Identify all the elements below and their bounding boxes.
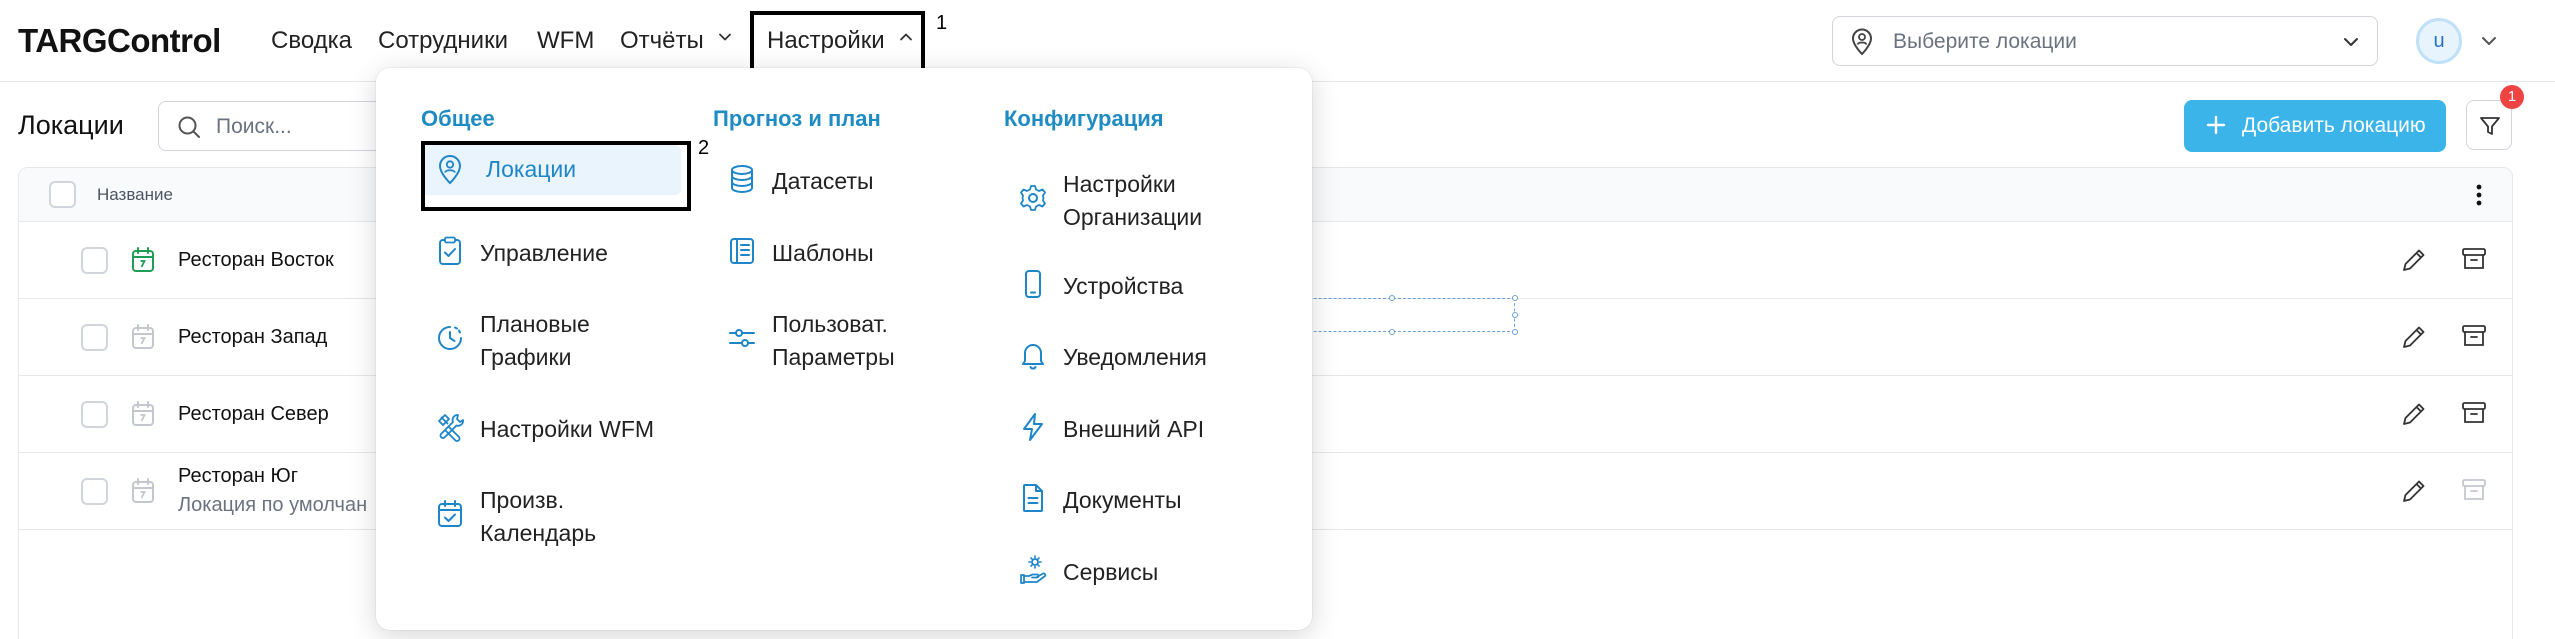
chevron-down-icon — [718, 30, 732, 44]
filter-count-badge: 1 — [2500, 85, 2524, 109]
map-pin-person-icon — [1849, 28, 1875, 56]
column-header-name[interactable]: Название — [97, 185, 173, 205]
menu-item-label: Внешний API — [1063, 416, 1205, 442]
nav-item-reports[interactable]: Отчёты — [620, 27, 732, 55]
plus-icon — [2204, 113, 2228, 137]
location-name[interactable]: Ресторан Юг — [178, 465, 298, 488]
menu-section-general: Общее — [421, 106, 495, 131]
location-name[interactable]: Ресторан Восток — [178, 249, 334, 272]
calendar-inactive-icon — [130, 400, 156, 428]
database-icon — [727, 163, 757, 195]
hand-gear-icon — [1018, 554, 1048, 586]
menu-item-label: Шаблоны — [772, 240, 874, 266]
tools-icon — [435, 411, 465, 443]
clock-history-icon — [435, 322, 465, 354]
menu-item-external-api[interactable]: Внешний API — [1018, 407, 1238, 447]
search-icon — [177, 115, 201, 139]
app-root: TARGControl Сводка Сотрудники WFM Отчёты… — [0, 0, 2555, 639]
clipboard-check-icon — [435, 235, 465, 267]
location-select[interactable]: Выберите локации — [1832, 16, 2378, 66]
menu-item-label: Настройки Организации — [1063, 171, 1203, 230]
nav-item-summary[interactable]: Сводка — [271, 27, 352, 55]
smartphone-icon — [1018, 268, 1048, 300]
more-vertical-icon[interactable] — [2466, 180, 2492, 210]
menu-item-label: Документы — [1063, 487, 1182, 513]
filter-button[interactable] — [2466, 100, 2512, 150]
row-checkbox[interactable] — [81, 401, 108, 428]
annotation-label-2: 2 — [698, 137, 710, 159]
menu-item-production-calendar[interactable]: Произв. Календарь — [435, 478, 655, 550]
menu-item-devices[interactable]: Устройства — [1018, 264, 1238, 304]
calendar-check-icon — [435, 498, 465, 530]
menu-item-label: Управление — [480, 240, 608, 266]
calendar-inactive-icon — [130, 323, 156, 351]
archive-icon[interactable] — [2459, 244, 2489, 274]
user-avatar[interactable]: u — [2416, 18, 2462, 64]
annotation-box-locations — [421, 141, 691, 211]
edit-pencil-icon[interactable] — [2399, 322, 2429, 352]
menu-item-documents[interactable]: Документы — [1018, 478, 1238, 518]
menu-item-wfm-settings[interactable]: Настройки WFM — [435, 407, 675, 447]
edit-pencil-icon[interactable] — [2399, 399, 2429, 429]
menu-item-services[interactable]: Сервисы — [1018, 550, 1238, 590]
page-title: Локации — [18, 110, 124, 140]
row-checkbox[interactable] — [81, 478, 108, 505]
archive-icon[interactable] — [2459, 321, 2489, 351]
menu-section-configuration: Конфигурация — [1004, 106, 1164, 131]
document-icon — [1018, 482, 1048, 514]
menu-item-user-parameters[interactable]: Пользоват. Параметры — [727, 302, 947, 374]
gear-icon — [1018, 182, 1048, 214]
menu-item-label: Уведомления — [1063, 344, 1207, 370]
menu-item-notifications[interactable]: Уведомления — [1018, 335, 1238, 375]
chevron-down-icon — [2343, 34, 2359, 50]
sliders-icon — [727, 322, 757, 354]
menu-item-label: Датасеты — [772, 168, 874, 194]
menu-item-label: Произв. Календарь — [480, 487, 597, 546]
menu-item-label: Сервисы — [1063, 559, 1159, 585]
user-initial: u — [2433, 30, 2445, 52]
menu-item-label: Пользоват. Параметры — [772, 311, 895, 370]
edit-pencil-icon[interactable] — [2399, 245, 2429, 275]
menu-item-label: Плановые Графики — [480, 311, 590, 370]
menu-item-label: Настройки WFM — [480, 416, 655, 442]
location-select-placeholder: Выберите локации — [1893, 30, 2077, 53]
menu-item-templates[interactable]: Шаблоны — [727, 231, 947, 271]
location-name[interactable]: Ресторан Запад — [178, 326, 327, 349]
archive-icon[interactable] — [2459, 398, 2489, 428]
select-all-checkbox[interactable] — [49, 181, 76, 208]
calendar-inactive-icon — [130, 477, 156, 505]
nav-item-employees[interactable]: Сотрудники — [378, 27, 508, 55]
menu-item-organization-settings[interactable]: Настройки Организации — [1018, 162, 1258, 234]
app-logo[interactable]: TARGControl — [18, 22, 221, 60]
menu-item-datasets[interactable]: Датасеты — [727, 159, 947, 199]
row-checkbox[interactable] — [81, 247, 108, 274]
archive-icon-disabled — [2459, 475, 2489, 505]
location-name[interactable]: Ресторан Север — [178, 403, 329, 426]
menu-item-label: Устройства — [1063, 273, 1184, 299]
menu-item-management[interactable]: Управление — [435, 231, 655, 271]
nav-item-wfm[interactable]: WFM — [537, 27, 594, 55]
menu-section-forecast: Прогноз и план — [713, 106, 881, 131]
menu-item-planned-schedules[interactable]: Плановые Графики — [435, 302, 655, 374]
nav-item-reports-label: Отчёты — [620, 27, 704, 54]
book-template-icon — [727, 235, 757, 267]
add-location-label: Добавить локацию — [2242, 114, 2426, 137]
lightning-icon — [1018, 411, 1048, 443]
filter-icon — [2478, 114, 2502, 138]
edit-pencil-icon[interactable] — [2399, 476, 2429, 506]
bell-icon — [1018, 339, 1048, 371]
location-subtitle: Локация по умолчан — [178, 494, 368, 516]
search-placeholder: Поиск... — [216, 115, 292, 138]
calendar-active-icon — [130, 246, 156, 274]
user-menu-chevron-icon[interactable] — [2481, 33, 2497, 49]
row-checkbox[interactable] — [81, 324, 108, 351]
annotation-label-1: 1 — [936, 12, 948, 34]
add-location-button[interactable]: Добавить локацию — [2184, 100, 2446, 152]
